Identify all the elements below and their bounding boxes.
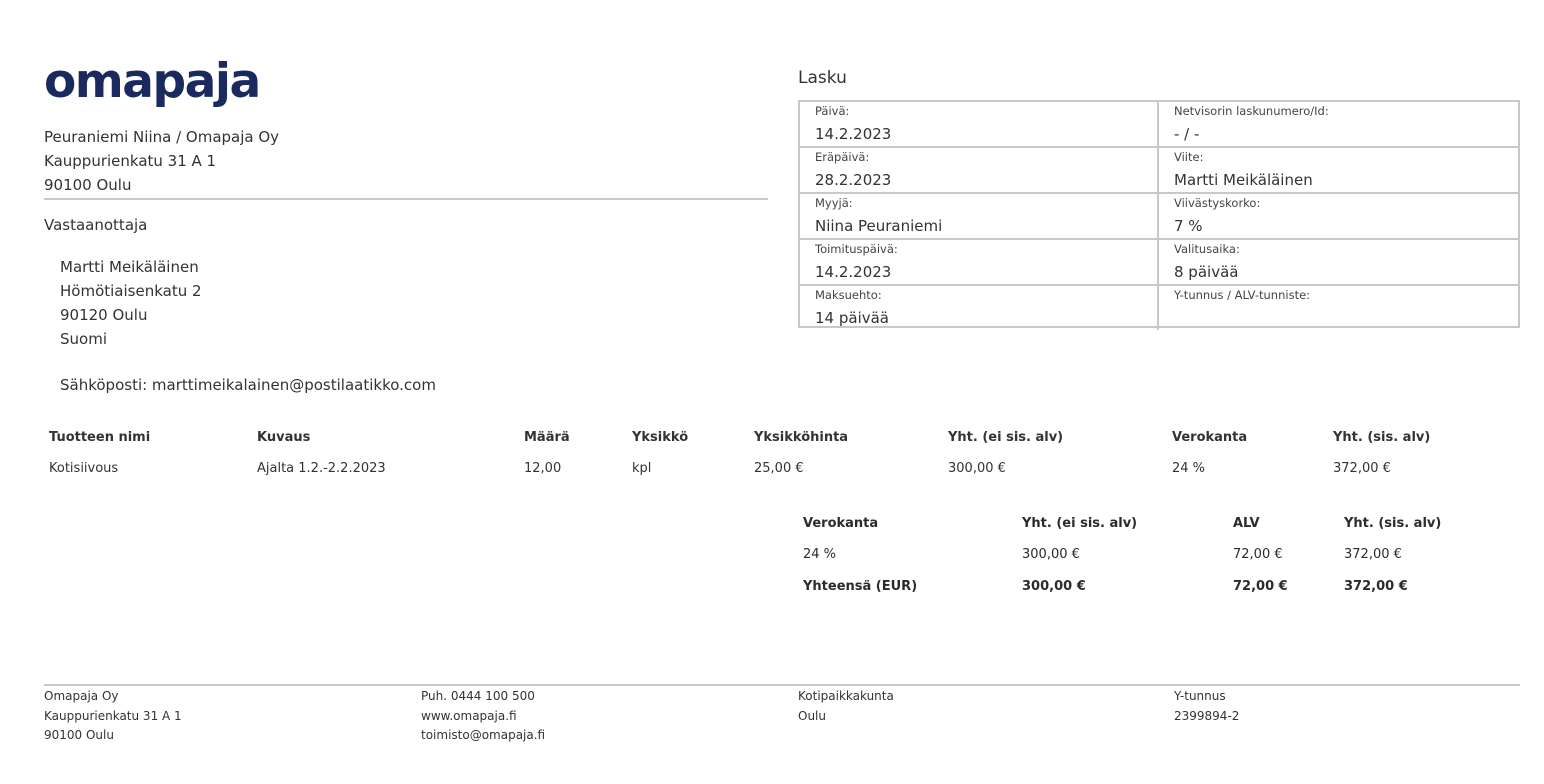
total-vat: 72,00 € xyxy=(1233,579,1288,594)
info-value: 14.2.2023 xyxy=(815,125,892,143)
info-label: Eräpäivä: xyxy=(815,150,870,164)
info-cell-reference: Viite: Martti Meikäläinen xyxy=(1159,148,1518,194)
info-cell-seller: Myyjä: Niina Peuraniemi xyxy=(800,194,1159,240)
recipient-title: Vastaanottaja xyxy=(44,216,148,234)
cell-total-incl-vat: 372,00 € xyxy=(1333,461,1391,476)
sender-city: 90100 Oulu xyxy=(44,176,132,194)
col-header-total-excl-vat: Yht. (ei sis. alv) xyxy=(948,430,1064,445)
recipient-email: Sähköposti: marttimeikalainen@postilaati… xyxy=(60,376,436,394)
info-cell-payment-terms: Maksuehto: 14 päivää xyxy=(800,286,1159,330)
recipient-name: Martti Meikäläinen xyxy=(60,258,199,276)
col-header-total-incl-vat: Yht. (sis. alv) xyxy=(1333,430,1431,445)
invoice-info-grid: Päivä: 14.2.2023 Netvisorin laskunumero/I… xyxy=(798,100,1520,330)
cell-quantity: 12,00 xyxy=(524,461,562,476)
info-label: Viite: xyxy=(1174,150,1204,164)
info-cell-due-date: Eräpäivä: 28.2.2023 xyxy=(800,148,1159,194)
vat-header-vat: ALV xyxy=(1233,516,1260,531)
cell-product: Kotisiivous xyxy=(49,461,119,476)
cell-unit-price: 25,00 € xyxy=(754,461,804,476)
info-label: Päivä: xyxy=(815,104,850,118)
recipient-address: Martti Meikäläinen Hömötiaisenkatu 2 901… xyxy=(60,255,202,351)
total-incl: 372,00 € xyxy=(1344,579,1408,594)
footer-domicile: Kotipaikkakunta Oulu xyxy=(798,687,894,726)
col-header-description: Kuvaus xyxy=(257,430,311,445)
total-excl: 300,00 € xyxy=(1022,579,1086,594)
info-value: Martti Meikäläinen xyxy=(1174,171,1313,189)
invoice-title: Lasku xyxy=(798,68,847,88)
company-logo: omapaja xyxy=(44,54,261,109)
cell-unit: kpl xyxy=(632,461,652,476)
info-cell-business-id: Y-tunnus / ALV-tunniste: xyxy=(1159,286,1518,330)
col-header-quantity: Määrä xyxy=(524,430,570,445)
info-label: Toimituspäivä: xyxy=(815,242,898,256)
total-label: Yhteensä (EUR) xyxy=(803,579,918,594)
info-label: Y-tunnus / ALV-tunniste: xyxy=(1174,288,1311,302)
vat-header-excl: Yht. (ei sis. alv) xyxy=(1022,516,1138,531)
vat-cell-incl: 372,00 € xyxy=(1344,547,1402,562)
col-header-unit: Yksikkö xyxy=(632,430,689,445)
info-value: - / - xyxy=(1174,125,1200,143)
footer-company-street: Kauppurienkatu 31 A 1 xyxy=(44,708,182,723)
footer-domicile-label: Kotipaikkakunta xyxy=(798,689,894,703)
info-label: Maksuehto: xyxy=(815,288,882,302)
footer-contact: Puh. 0444 100 500 www.omapaja.fi toimist… xyxy=(421,687,545,746)
col-header-vat-rate: Verokanta xyxy=(1172,430,1248,445)
cell-total-excl-vat: 300,00 € xyxy=(948,461,1006,476)
info-cell-penalty-interest: Viivästyskorko: 7 % xyxy=(1159,194,1518,240)
cell-description: Ajalta 1.2.-2.2.2023 xyxy=(257,461,386,476)
recipient-country: Suomi xyxy=(60,330,107,348)
info-cell-delivery-date: Toimituspäivä: 14.2.2023 xyxy=(800,240,1159,286)
footer-business-id-label: Y-tunnus xyxy=(1174,689,1226,703)
footer-website[interactable]: www.omapaja.fi xyxy=(421,707,545,727)
footer-business-id: Y-tunnus 2399894-2 xyxy=(1174,687,1239,726)
recipient-city: 90120 Oulu xyxy=(60,306,148,324)
info-label: Viivästyskorko: xyxy=(1174,196,1261,210)
info-value: Niina Peuraniemi xyxy=(815,217,943,235)
footer-company: Omapaja Oy Kauppurienkatu 31 A 1 90100 O… xyxy=(44,687,182,746)
footer-divider xyxy=(44,684,1520,686)
footer-email[interactable]: toimisto@omapaja.fi xyxy=(421,726,545,746)
vat-cell-excl: 300,00 € xyxy=(1022,547,1080,562)
vat-header-rate: Verokanta xyxy=(803,516,879,531)
info-cell-complaint-period: Valitusaika: 8 päivää xyxy=(1159,240,1518,286)
footer-phone: Puh. 0444 100 500 xyxy=(421,689,535,703)
footer-company-city: 90100 Oulu xyxy=(44,728,114,742)
footer-company-name: Omapaja Oy xyxy=(44,689,119,703)
cell-vat-rate: 24 % xyxy=(1172,461,1206,476)
footer-domicile-value: Oulu xyxy=(798,708,826,723)
info-label: Netvisorin laskunumero/Id: xyxy=(1174,104,1329,118)
col-header-product: Tuotteen nimi xyxy=(49,430,151,445)
col-header-unit-price: Yksikköhinta xyxy=(754,430,849,445)
sender-address: Peuraniemi Niina / Omapaja Oy Kauppurien… xyxy=(44,125,279,197)
info-label: Myyjä: xyxy=(815,196,853,210)
vat-cell-rate: 24 % xyxy=(803,547,837,562)
info-value: 7 % xyxy=(1174,217,1203,235)
info-value: 8 päivää xyxy=(1174,263,1239,281)
info-cell-invoice-number: Netvisorin laskunumero/Id: - / - xyxy=(1159,102,1518,148)
info-value: 28.2.2023 xyxy=(815,171,892,189)
recipient-street: Hömötiaisenkatu 2 xyxy=(60,282,202,300)
info-label: Valitusaika: xyxy=(1174,242,1240,256)
footer-business-id-value: 2399894-2 xyxy=(1174,708,1240,723)
sender-divider xyxy=(44,198,768,200)
vat-cell-vat: 72,00 € xyxy=(1233,547,1283,562)
sender-name: Peuraniemi Niina / Omapaja Oy xyxy=(44,128,280,146)
info-cell-date: Päivä: 14.2.2023 xyxy=(800,102,1159,148)
sender-street: Kauppurienkatu 31 A 1 xyxy=(44,152,217,170)
vat-header-incl: Yht. (sis. alv) xyxy=(1344,516,1442,531)
info-value: 14.2.2023 xyxy=(815,263,892,281)
info-value: 14 päivää xyxy=(815,309,889,327)
